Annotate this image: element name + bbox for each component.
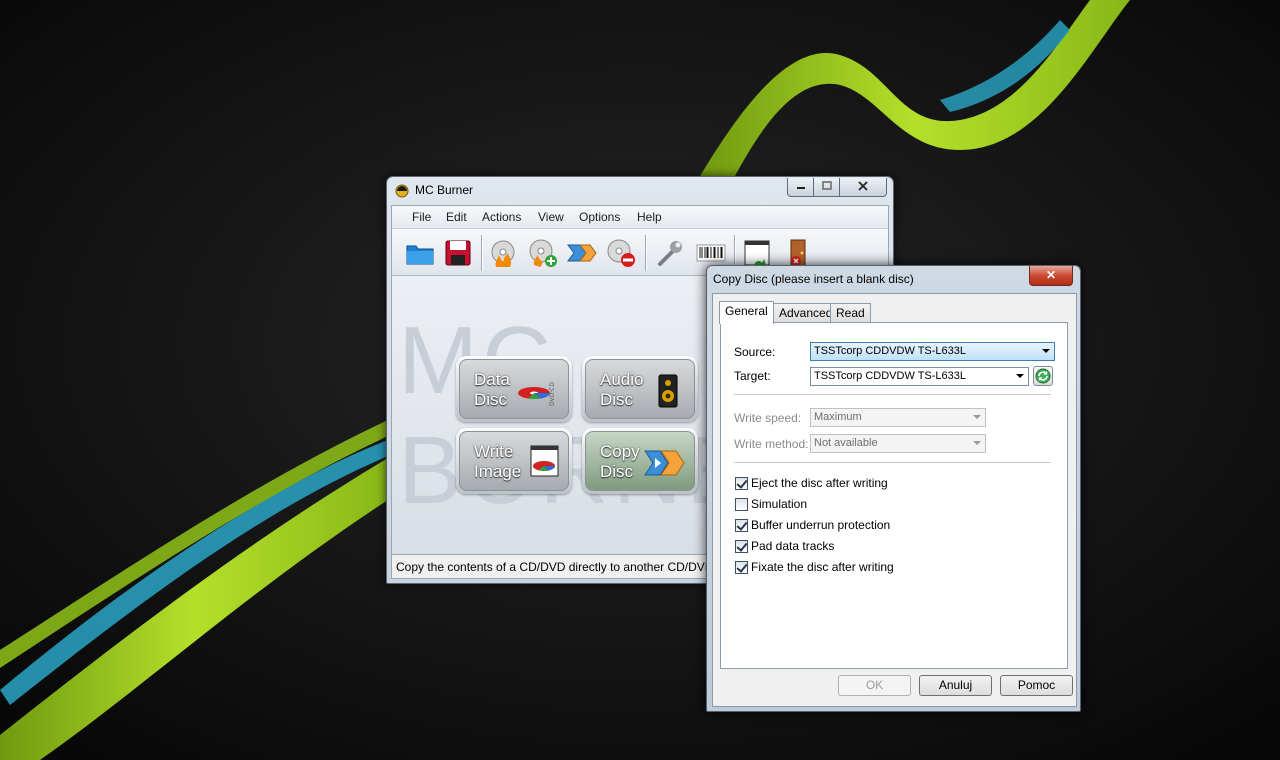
disc-image-icon — [530, 445, 559, 477]
speaker-icon — [658, 374, 678, 408]
ok-button[interactable]: OK — [838, 675, 911, 696]
audio-disc-button[interactable]: Audio Disc — [582, 356, 698, 422]
copy-disc-icon[interactable] — [566, 237, 598, 269]
menu-view[interactable]: View — [538, 210, 564, 224]
chevron-down-icon — [1016, 374, 1024, 378]
divider — [734, 394, 1051, 395]
copy-arrows-icon — [644, 450, 685, 476]
write-speed-select[interactable]: Maximum — [810, 408, 986, 427]
title-bar[interactable]: MC Burner — [387, 177, 893, 203]
checkbox-label: Simulation — [751, 497, 808, 511]
minimize-icon — [796, 187, 805, 189]
chevron-down-icon — [973, 441, 981, 445]
general-tab-panel: Source: TSSTcorp CDDVDW TS-L633L Target:… — [720, 322, 1068, 669]
checkbox-box-checked — [735, 477, 748, 490]
dialog-title: Copy Disc (please insert a blank disc) — [713, 272, 914, 286]
target-label: Target: — [734, 369, 771, 383]
target-drive-select[interactable]: TSSTcorp CDDVDW TS-L633L — [810, 367, 1029, 386]
toolbar-separator — [481, 235, 482, 271]
mc-burner-app-icon — [395, 184, 409, 198]
menu-help[interactable]: Help — [637, 210, 662, 224]
chevron-down-icon — [973, 415, 981, 419]
data-disc-label-line1: Data — [474, 370, 510, 389]
write-method-label: Write method: — [734, 437, 809, 451]
write-speed-label: Write speed: — [734, 411, 802, 425]
close-icon — [858, 181, 868, 191]
tab-read[interactable]: Read — [830, 303, 871, 323]
checkbox-box-unchecked — [735, 498, 748, 511]
erase-disc-icon[interactable] — [605, 237, 637, 269]
window-title: MC Burner — [415, 183, 474, 197]
refresh-drives-button[interactable] — [1033, 366, 1053, 386]
checkbox-box-checked — [735, 540, 748, 553]
status-text: Copy the contents of a CD/DVD directly t… — [396, 560, 714, 574]
write-image-label-line2: Image — [474, 462, 522, 481]
checkbox-box-checked — [735, 561, 748, 574]
write-method-select[interactable]: Not available — [810, 434, 986, 453]
close-button[interactable] — [839, 178, 887, 197]
dialog-body: General Advanced Read Source: TSSTcorp C… — [712, 293, 1077, 707]
toolbar-separator — [645, 235, 646, 271]
menu-options[interactable]: Options — [579, 210, 620, 224]
copy-disc-dialog: Copy Disc (please insert a blank disc) ✕… — [706, 265, 1081, 712]
divider — [734, 462, 1051, 463]
target-drive-value: TSSTcorp CDDVDW TS-L633L — [814, 370, 967, 382]
copy-disc-label-line1: Copy — [600, 442, 640, 461]
refresh-icon — [1035, 368, 1051, 384]
menu-edit[interactable]: Edit — [446, 210, 467, 224]
burn-disc-icon[interactable] — [488, 237, 520, 269]
checkbox-label: Fixate the disc after writing — [751, 560, 894, 574]
menu-bar: File Edit Actions View Options Help — [392, 206, 888, 229]
menu-file[interactable]: File — [412, 210, 431, 224]
help-button[interactable]: Pomoc — [1000, 675, 1073, 696]
source-drive-select[interactable]: TSSTcorp CDDVDW TS-L633L — [810, 342, 1055, 361]
checkbox-label: Eject the disc after writing — [751, 476, 888, 490]
checkbox-label: Buffer underrun protection — [751, 518, 891, 532]
maximize-button[interactable] — [813, 178, 840, 197]
minimize-button[interactable] — [787, 178, 814, 197]
tab-general[interactable]: General — [719, 301, 774, 324]
menu-actions[interactable]: Actions — [482, 210, 521, 224]
audio-disc-label-line1: Audio — [600, 370, 644, 389]
svg-text:DVD·CD: DVD·CD — [549, 382, 556, 406]
write-speed-value: Maximum — [814, 411, 862, 423]
cancel-button[interactable]: Anuluj — [919, 675, 992, 696]
write-method-value: Not available — [814, 437, 878, 449]
open-folder-icon[interactable] — [404, 237, 436, 269]
maximize-icon — [821, 181, 832, 190]
source-label: Source: — [734, 345, 776, 359]
write-image-label-line1: Write — [474, 442, 514, 461]
chevron-down-icon — [1042, 349, 1050, 353]
tab-advanced[interactable]: Advanced — [773, 303, 839, 323]
copy-disc-button[interactable]: Copy Disc — [582, 428, 698, 494]
copy-disc-label-line2: Disc — [600, 462, 634, 481]
data-disc-icon: DVD·CD — [518, 382, 556, 406]
audio-disc-label-line2: Disc — [600, 390, 634, 409]
close-icon: ✕ — [1045, 268, 1057, 282]
dialog-close-button[interactable]: ✕ — [1029, 266, 1073, 286]
data-disc-label-line2: Disc — [474, 390, 508, 409]
data-disc-button[interactable]: Data Disc DVD·CD — [456, 356, 572, 422]
checkbox-box-checked — [735, 519, 748, 532]
save-icon[interactable] — [442, 237, 474, 269]
source-drive-value: TSSTcorp CDDVDW TS-L633L — [814, 345, 967, 357]
wrench-icon[interactable] — [654, 237, 686, 269]
checkbox-label: Pad data tracks — [751, 539, 835, 553]
write-image-button[interactable]: Write Image — [456, 428, 572, 494]
add-disc-icon[interactable] — [527, 237, 559, 269]
